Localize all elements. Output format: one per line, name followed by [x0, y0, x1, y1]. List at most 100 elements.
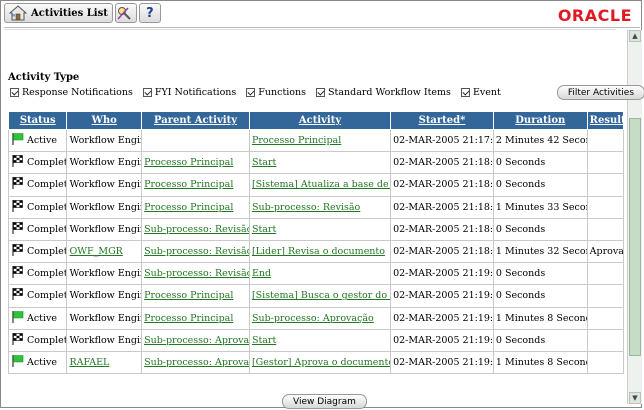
- duration-cell: 2 Minutes 42 Seconds: [492, 128, 588, 153]
- started-cell: 02-MAR-2005 21:19:33: [390, 284, 494, 308]
- activity-link[interactable]: End: [252, 268, 271, 279]
- parent-activity-cell: Processo Principal: [141, 284, 250, 308]
- filter-standard-workflow-items[interactable]: Standard Workflow Items: [316, 87, 451, 98]
- scrolled-off-title: [14, 40, 234, 50]
- column-header-status[interactable]: Status: [7, 111, 68, 130]
- table-row: CompleteWorkflow Engine Processo Principa…: [7, 151, 625, 175]
- activity-cell: [Lider] Revisa o documento: [248, 239, 392, 264]
- view-diagram-button[interactable]: View Diagram: [282, 394, 367, 409]
- started-cell: 02-MAR-2005 21:18:00: [390, 195, 494, 219]
- column-header-duration[interactable]: Duration: [492, 111, 588, 130]
- duration-cell: 0 Seconds: [492, 262, 588, 286]
- result-cell: [586, 217, 625, 241]
- home-icon: [9, 5, 27, 21]
- parent-activity-link[interactable]: Processo Principal: [144, 290, 233, 301]
- header-divider-shadow: [4, 29, 616, 30]
- status-text: Complete: [27, 179, 66, 191]
- result-cell: [586, 328, 625, 352]
- activity-cell: Sub-processo: Aprovação: [248, 306, 392, 330]
- who-text: Workflow Engine: [69, 179, 140, 191]
- activity-link[interactable]: Processo Principal: [252, 135, 341, 146]
- parent-activity-link[interactable]: Sub-processo: Aprovação: [144, 335, 248, 346]
- parent-activity-link[interactable]: Sub-processo: Revisão: [144, 224, 248, 235]
- checkbox-checked[interactable]: [460, 88, 470, 97]
- activities-list-button[interactable]: Activities List: [4, 3, 113, 23]
- duration-cell: 0 Seconds: [492, 173, 588, 197]
- duration-cell: 1 Minutes 33 Seconds: [492, 195, 588, 219]
- parent-activity-cell: Processo Principal: [141, 306, 250, 330]
- status-cell: Complete: [7, 173, 68, 197]
- parent-activity-link[interactable]: Processo Principal: [144, 157, 233, 168]
- parent-activity-cell: Sub-processo: Revisão: [141, 239, 250, 264]
- result-cell: Aprovar: [586, 239, 625, 264]
- help-button[interactable]: ?: [138, 3, 161, 23]
- activity-link[interactable]: Sub-processo: Revisão: [252, 202, 360, 213]
- activity-link[interactable]: [Gestor] Aprova o documento: [252, 357, 390, 368]
- table-row: CompleteWorkflow Engine Processo Principa…: [7, 173, 625, 197]
- activity-link[interactable]: Start: [252, 335, 276, 346]
- table-row: CompleteWorkflow Engine Processo Principa…: [7, 195, 625, 219]
- checkered-flag-icon: [11, 332, 27, 349]
- started-cell: 02-MAR-2005 21:18:00: [390, 173, 494, 197]
- column-header-who[interactable]: Who: [66, 111, 143, 130]
- table-row: Active RAFAEL Sub-processo: Aprovação [Gest…: [7, 350, 625, 375]
- search-tools-button[interactable]: [114, 3, 137, 23]
- who-link[interactable]: OWF_MGR: [69, 246, 122, 257]
- who-link[interactable]: RAFAEL: [69, 357, 109, 368]
- filter-event[interactable]: Event: [460, 87, 501, 98]
- checkbox-checked[interactable]: [246, 88, 256, 97]
- filter-response-notifications[interactable]: Response Notifications: [10, 87, 133, 98]
- who-text: Workflow Engine: [69, 223, 140, 235]
- filter-fyi-notifications[interactable]: FYI Notifications: [142, 87, 236, 98]
- who-text: Workflow Engine: [69, 201, 140, 213]
- activity-link[interactable]: [Lider] Revisa o documento: [252, 246, 385, 257]
- help-icon: ?: [146, 5, 154, 21]
- duration-cell: 1 Minutes 32 Seconds: [492, 239, 588, 264]
- checkbox-checked[interactable]: [142, 88, 152, 97]
- started-cell: 02-MAR-2005 21:17:59: [390, 128, 494, 153]
- activity-cell: Sub-processo: Revisão: [248, 195, 392, 219]
- duration-cell: 0 Seconds: [492, 284, 588, 308]
- parent-activity-link[interactable]: Processo Principal: [144, 313, 233, 324]
- tools-icon: [117, 7, 131, 20]
- activity-link[interactable]: [Sistema] Atualiza a base de dados.: [252, 179, 390, 190]
- activity-type-heading: Activity Type: [8, 72, 80, 83]
- parent-activity-link[interactable]: Processo Principal: [144, 202, 233, 213]
- result-cell: [586, 128, 625, 153]
- status-cell: Complete: [7, 195, 68, 219]
- activity-link[interactable]: Sub-processo: Aprovação: [252, 313, 374, 324]
- column-header-parent-activity[interactable]: Parent Activity: [141, 111, 250, 130]
- parent-activity-link[interactable]: Sub-processo: Aprovação: [144, 357, 248, 368]
- header-divider: [4, 27, 640, 28]
- column-header-result[interactable]: Result: [586, 111, 625, 130]
- scrollbar-thumb[interactable]: [629, 118, 641, 356]
- filter-activities-button[interactable]: Filter Activities: [556, 85, 644, 100]
- parent-activity-link[interactable]: Sub-processo: Revisão: [144, 246, 248, 257]
- who-cell: Workflow Engine: [66, 284, 143, 308]
- activity-link[interactable]: Start: [252, 157, 276, 168]
- status-cell: Complete: [7, 151, 68, 175]
- status-cell: Complete: [7, 284, 68, 308]
- who-cell: Workflow Engine: [66, 306, 143, 330]
- column-header-started[interactable]: Started*: [390, 111, 494, 130]
- checkbox-checked[interactable]: [10, 88, 19, 97]
- activity-link[interactable]: Start: [252, 224, 276, 235]
- status-cell: Active: [7, 350, 68, 375]
- who-cell: Workflow Engine: [66, 173, 143, 197]
- activity-link[interactable]: [Sistema] Busca o gestor do autor: [252, 290, 390, 301]
- parent-activity-link[interactable]: Sub-processo: Revisão: [144, 268, 248, 279]
- scroll-down-icon[interactable]: ▼: [629, 392, 641, 404]
- status-text: Complete: [27, 157, 66, 169]
- who-text: Workflow Engine: [69, 312, 140, 324]
- filter-functions[interactable]: Functions: [246, 87, 306, 98]
- who-cell: Workflow Engine: [66, 128, 143, 153]
- scroll-up-icon[interactable]: ▲: [629, 30, 641, 42]
- status-text: Active: [27, 312, 58, 324]
- status-cell: Complete: [7, 217, 68, 241]
- parent-activity-link[interactable]: Processo Principal: [144, 179, 233, 190]
- started-cell: 02-MAR-2005 21:19:33: [390, 350, 494, 375]
- column-header-activity[interactable]: Activity: [248, 111, 392, 130]
- green-flag-icon: [11, 354, 27, 371]
- checkbox-checked[interactable]: [316, 88, 326, 97]
- status-cell: Active: [7, 306, 68, 330]
